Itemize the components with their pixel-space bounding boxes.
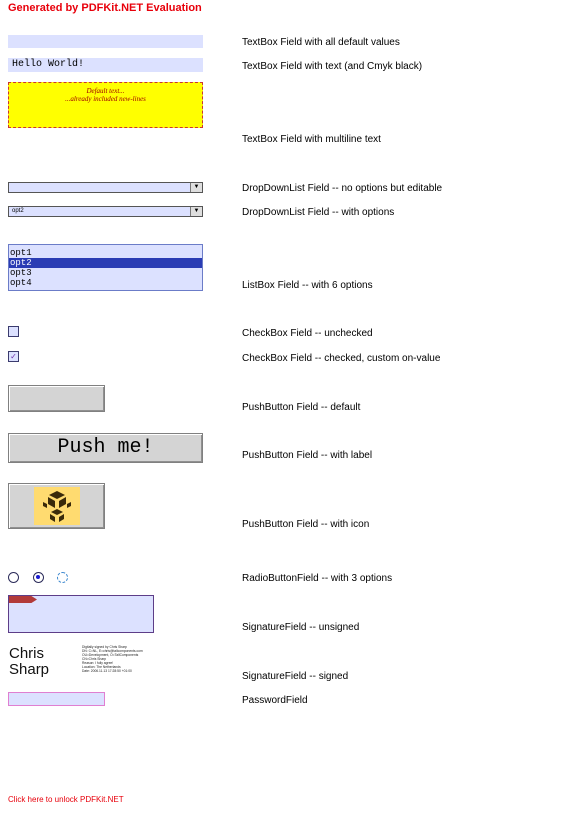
push-button-icon-label: PushButton Field -- with icon bbox=[242, 519, 370, 530]
push-button-default[interactable] bbox=[8, 385, 105, 412]
list-item-selected[interactable]: opt2 bbox=[9, 258, 202, 268]
multiline-line-1: Default text... bbox=[86, 87, 125, 95]
signature-details: Digitally signed by Chris Sharp DN: C=NL… bbox=[82, 645, 143, 673]
textbox-multiline-label: TextBox Field with multiline text bbox=[242, 134, 381, 145]
radio-option-1[interactable] bbox=[8, 572, 19, 583]
dropdown-options-value: opt2 bbox=[12, 208, 24, 214]
list-item[interactable]: opt4 bbox=[9, 278, 202, 288]
password-label: PasswordField bbox=[242, 695, 308, 706]
listbox-label: ListBox Field -- with 6 options bbox=[242, 280, 373, 291]
multiline-line-2: ...already included new-lines bbox=[65, 95, 146, 103]
push-button-default-label: PushButton Field -- default bbox=[242, 402, 361, 413]
textbox-multiline[interactable]: Default text... ...already included new-… bbox=[8, 82, 203, 128]
tall-components-logo-icon bbox=[34, 487, 80, 525]
unlock-link[interactable]: Click here to unlock PDFKit.NET bbox=[8, 795, 124, 804]
radio-option-3[interactable] bbox=[57, 572, 68, 583]
chevron-down-icon[interactable]: ▼ bbox=[190, 183, 202, 192]
list-item[interactable]: opt1 bbox=[9, 248, 202, 258]
textbox-hello-label: TextBox Field with text (and Cmyk black) bbox=[242, 61, 423, 72]
signature-detail-line: Date: 2006.11.13 17:28:50 +01:00 bbox=[82, 669, 132, 673]
checkbox-checked[interactable]: ✓ bbox=[8, 351, 19, 362]
checkbox-unchecked[interactable] bbox=[8, 326, 19, 337]
signer-name-first: Chris bbox=[9, 645, 45, 662]
signer-name-last: Sharp bbox=[9, 661, 50, 678]
radio-option-2-selected[interactable] bbox=[33, 572, 44, 583]
list-item[interactable]: opt3 bbox=[9, 268, 202, 278]
textbox-default[interactable] bbox=[8, 35, 203, 48]
chevron-down-icon[interactable]: ▼ bbox=[190, 207, 202, 216]
textbox-hello[interactable]: Hello World! bbox=[8, 58, 203, 72]
push-me-button[interactable]: Push me! bbox=[8, 433, 203, 463]
evaluation-header: Generated by PDFKit.NET Evaluation bbox=[8, 2, 202, 14]
checkbox-checked-label: CheckBox Field -- checked, custom on-val… bbox=[242, 353, 441, 364]
signature-flag-icon bbox=[9, 596, 37, 603]
dropdown-editable[interactable]: ▼ bbox=[8, 182, 203, 193]
push-button-label-label: PushButton Field -- with label bbox=[242, 450, 373, 461]
radio-dot-icon bbox=[36, 575, 40, 579]
dropdown-options-label: DropDownList Field -- with options bbox=[242, 207, 395, 218]
dropdown-options[interactable]: opt2 ▼ bbox=[8, 206, 203, 217]
push-button-icon[interactable] bbox=[8, 483, 105, 529]
listbox[interactable]: opt1 opt2 opt3 opt4 bbox=[8, 244, 203, 291]
signature-field-unsigned[interactable] bbox=[8, 595, 154, 633]
signature-unsigned-label: SignatureField -- unsigned bbox=[242, 622, 360, 633]
textbox-default-label: TextBox Field with all default values bbox=[242, 37, 400, 48]
dropdown-editable-label: DropDownList Field -- no options but edi… bbox=[242, 183, 443, 194]
checkbox-unchecked-label: CheckBox Field -- unchecked bbox=[242, 328, 373, 339]
signature-signed-label: SignatureField -- signed bbox=[242, 671, 349, 682]
password-field[interactable] bbox=[8, 692, 105, 706]
signature-field-signed[interactable]: Chris Sharp Digitally signed by Chris Sh… bbox=[8, 643, 158, 681]
radio-label: RadioButtonField -- with 3 options bbox=[242, 573, 393, 584]
